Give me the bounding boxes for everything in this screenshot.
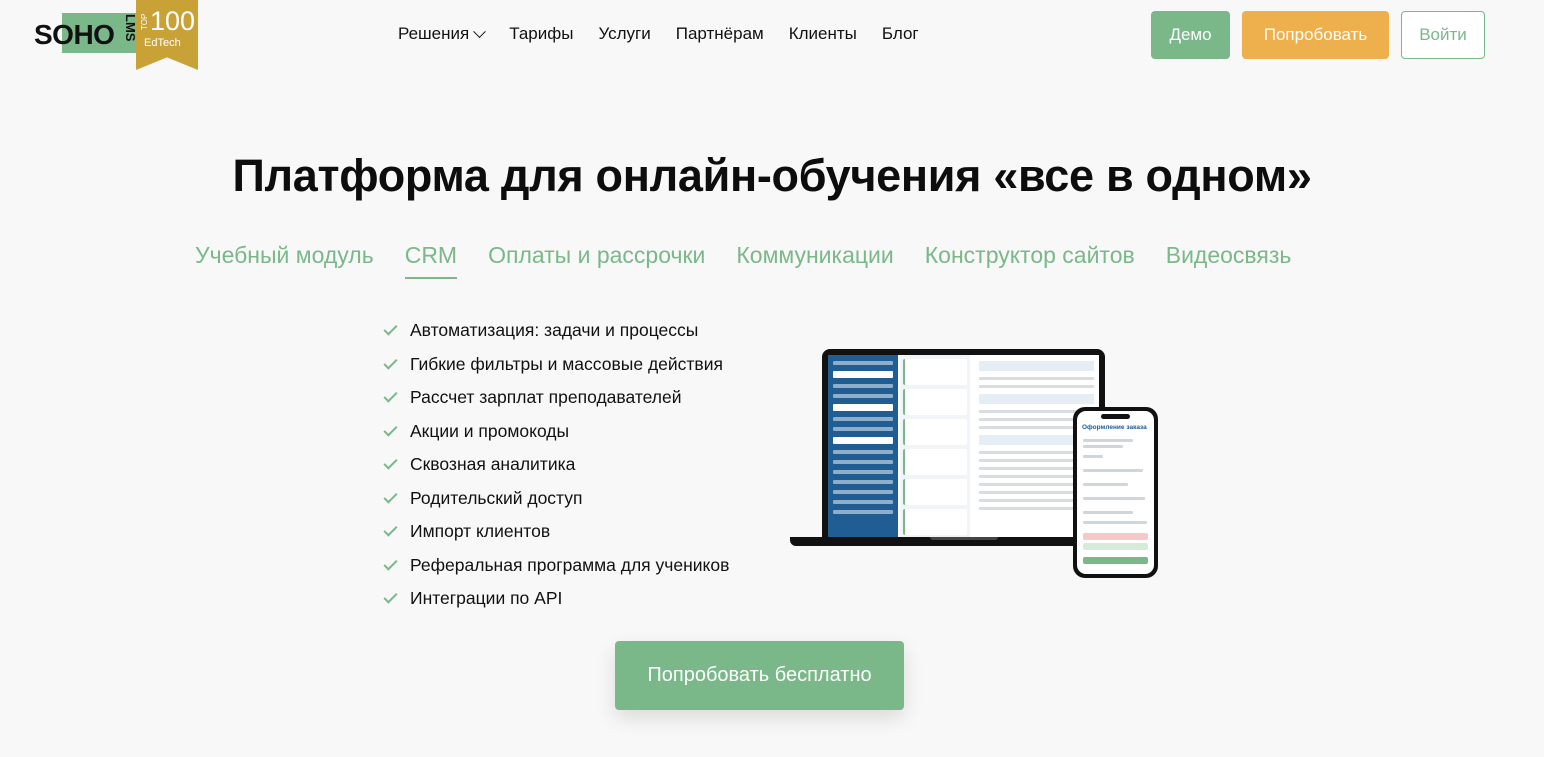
feature-text: Гибкие фильтры и массовые действия (410, 353, 723, 374)
nav-item-label: Решения (398, 24, 470, 43)
list-item: Гибкие фильтры и массовые действия (383, 348, 729, 382)
feature-list: Автоматизация: задачи и процессы Гибкие … (383, 314, 730, 616)
list-item: Автоматизация: задачи и процессы (383, 314, 729, 348)
list-item: Акции и промокоды (383, 415, 729, 449)
list-item: Импорт клиентов (383, 515, 729, 549)
feature-text: Сквозная аналитика (410, 454, 576, 475)
site-header: SOHO LMS TOP 100 EdTech Решения Тарифы У… (0, 0, 1544, 72)
check-icon (383, 388, 398, 403)
crm-orders-list-illustration (900, 355, 970, 537)
feature-text: Интеграции по API (410, 588, 563, 609)
phone-title: Оформление заказа (1082, 424, 1147, 431)
nav-item-blog[interactable]: Блог (882, 24, 919, 44)
list-item: Сквозная аналитика (383, 448, 729, 482)
logo-product: LMS (123, 14, 138, 42)
tab-communications[interactable]: Коммуникации (736, 242, 893, 279)
check-icon (383, 489, 398, 504)
tab-site-builder[interactable]: Конструктор сайтов (925, 242, 1135, 279)
nav-item-clients[interactable]: Клиенты (789, 24, 857, 44)
hero-title: Платформа для онлайн-обучения «все в одн… (232, 150, 1312, 201)
tab-learning-module[interactable]: Учебный модуль (195, 242, 374, 279)
laptop-screen (828, 355, 1099, 537)
phone-screen: Оформление заказа (1077, 411, 1154, 574)
logo-brand: SOHO (34, 19, 115, 50)
list-item: Рассчет зарплат преподавателей (383, 381, 729, 415)
phone-mockup: Оформление заказа (1073, 407, 1158, 578)
check-icon (383, 321, 398, 336)
phone-notch (1101, 414, 1130, 419)
feature-tabs: Учебный модуль CRM Оплаты и рассрочки Ко… (195, 242, 1291, 279)
demo-button[interactable]: Демо (1151, 11, 1230, 59)
tab-crm[interactable]: CRM (404, 242, 458, 279)
nav-item-pricing[interactable]: Тарифы (509, 24, 573, 44)
list-item: Интеграции по API (383, 582, 729, 616)
feature-text: Реферальная программа для учеников (410, 554, 730, 575)
badge-number: 100 (150, 6, 196, 36)
check-icon (383, 422, 398, 437)
tab-video[interactable]: Видеосвязь (1166, 242, 1292, 279)
feature-text: Автоматизация: задачи и процессы (410, 320, 699, 341)
laptop-notch (930, 537, 998, 540)
badge-top-label: TOP (140, 13, 149, 30)
check-icon (383, 355, 398, 370)
nav-item-services[interactable]: Услуги (598, 24, 650, 44)
check-icon (383, 455, 398, 470)
nav-item-solutions[interactable]: Решения (398, 24, 487, 44)
feature-text: Акции и промокоды (410, 420, 570, 441)
main-nav: Решения Тарифы Услуги Партнёрам Клиенты … (398, 24, 919, 44)
check-icon (383, 589, 398, 604)
crm-sidebar-illustration (828, 355, 898, 537)
check-icon (383, 522, 398, 537)
tab-payments[interactable]: Оплаты и рассрочки (488, 242, 705, 279)
check-icon (383, 556, 398, 571)
login-button[interactable]: Войти (1401, 11, 1485, 59)
list-item: Реферальная программа для учеников (383, 549, 730, 583)
badge-label: EdTech (144, 37, 181, 49)
laptop-mockup (822, 349, 1105, 537)
chevron-down-icon (473, 24, 487, 38)
nav-item-partners[interactable]: Партнёрам (676, 24, 764, 44)
feature-text: Родительский доступ (410, 487, 583, 508)
try-button[interactable]: Попробовать (1242, 11, 1389, 59)
try-free-button[interactable]: Попробовать бесплатно (615, 641, 904, 710)
feature-text: Импорт клиентов (410, 521, 551, 542)
list-item: Родительский доступ (383, 482, 729, 516)
feature-text: Рассчет зарплат преподавателей (410, 387, 682, 408)
